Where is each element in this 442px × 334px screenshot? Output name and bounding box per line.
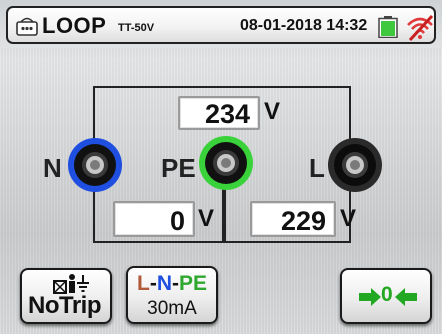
voltage-unit-n-pe: V (198, 205, 215, 232)
notrip-label: NoTrip (28, 292, 102, 319)
voltage-box-l-pe: 229 (250, 201, 336, 237)
notrip-button[interactable]: NoTrip (20, 268, 112, 324)
terminal-l-socket (328, 138, 382, 192)
zero-label: 0 (381, 283, 393, 306)
instrument-screen: LOOP TT-50V 08-01-2018 14:32 234 V N PE … (0, 0, 442, 334)
rcd-current-label: 30mA (147, 298, 197, 319)
voltage-value-l-n: 234 (204, 99, 250, 129)
zero-calibration-button[interactable]: 0 (340, 268, 432, 324)
function-title: LOOP (42, 13, 107, 38)
datetime-display: 08-01-2018 14:32 (240, 17, 368, 34)
terminal-pe-socket (199, 136, 253, 190)
wire-top (93, 86, 351, 88)
no-signal-icon (407, 14, 434, 41)
voltage-unit-l-n: V (264, 98, 281, 125)
terminal-label-n: N (43, 153, 62, 183)
status-header: LOOP TT-50V 08-01-2018 14:32 (6, 6, 436, 44)
voltage-box-n-pe: 0 (113, 201, 195, 237)
rcd-type-button[interactable]: L-N-PE 30mA (126, 266, 218, 324)
terminal-label-l: L (309, 153, 325, 183)
terminal-label-pe: PE (161, 153, 196, 183)
rcd-dash-1: - (149, 272, 157, 295)
terminal-n-socket (68, 138, 122, 192)
rcd-label-n: N (156, 272, 172, 295)
voltage-unit-l-pe: V (340, 205, 357, 232)
voltage-value-l-pe: 229 (280, 206, 326, 236)
voltage-box-l-n: 234 (178, 96, 260, 130)
loop-test-icon (16, 17, 38, 36)
battery-icon (378, 16, 398, 38)
function-subtitle: TT-50V (118, 22, 155, 34)
voltage-value-n-pe: 0 (169, 206, 185, 236)
rcd-label-l: L (136, 272, 150, 295)
rcd-dash-2: - (171, 272, 179, 295)
rcd-label-pe: PE (178, 272, 207, 295)
